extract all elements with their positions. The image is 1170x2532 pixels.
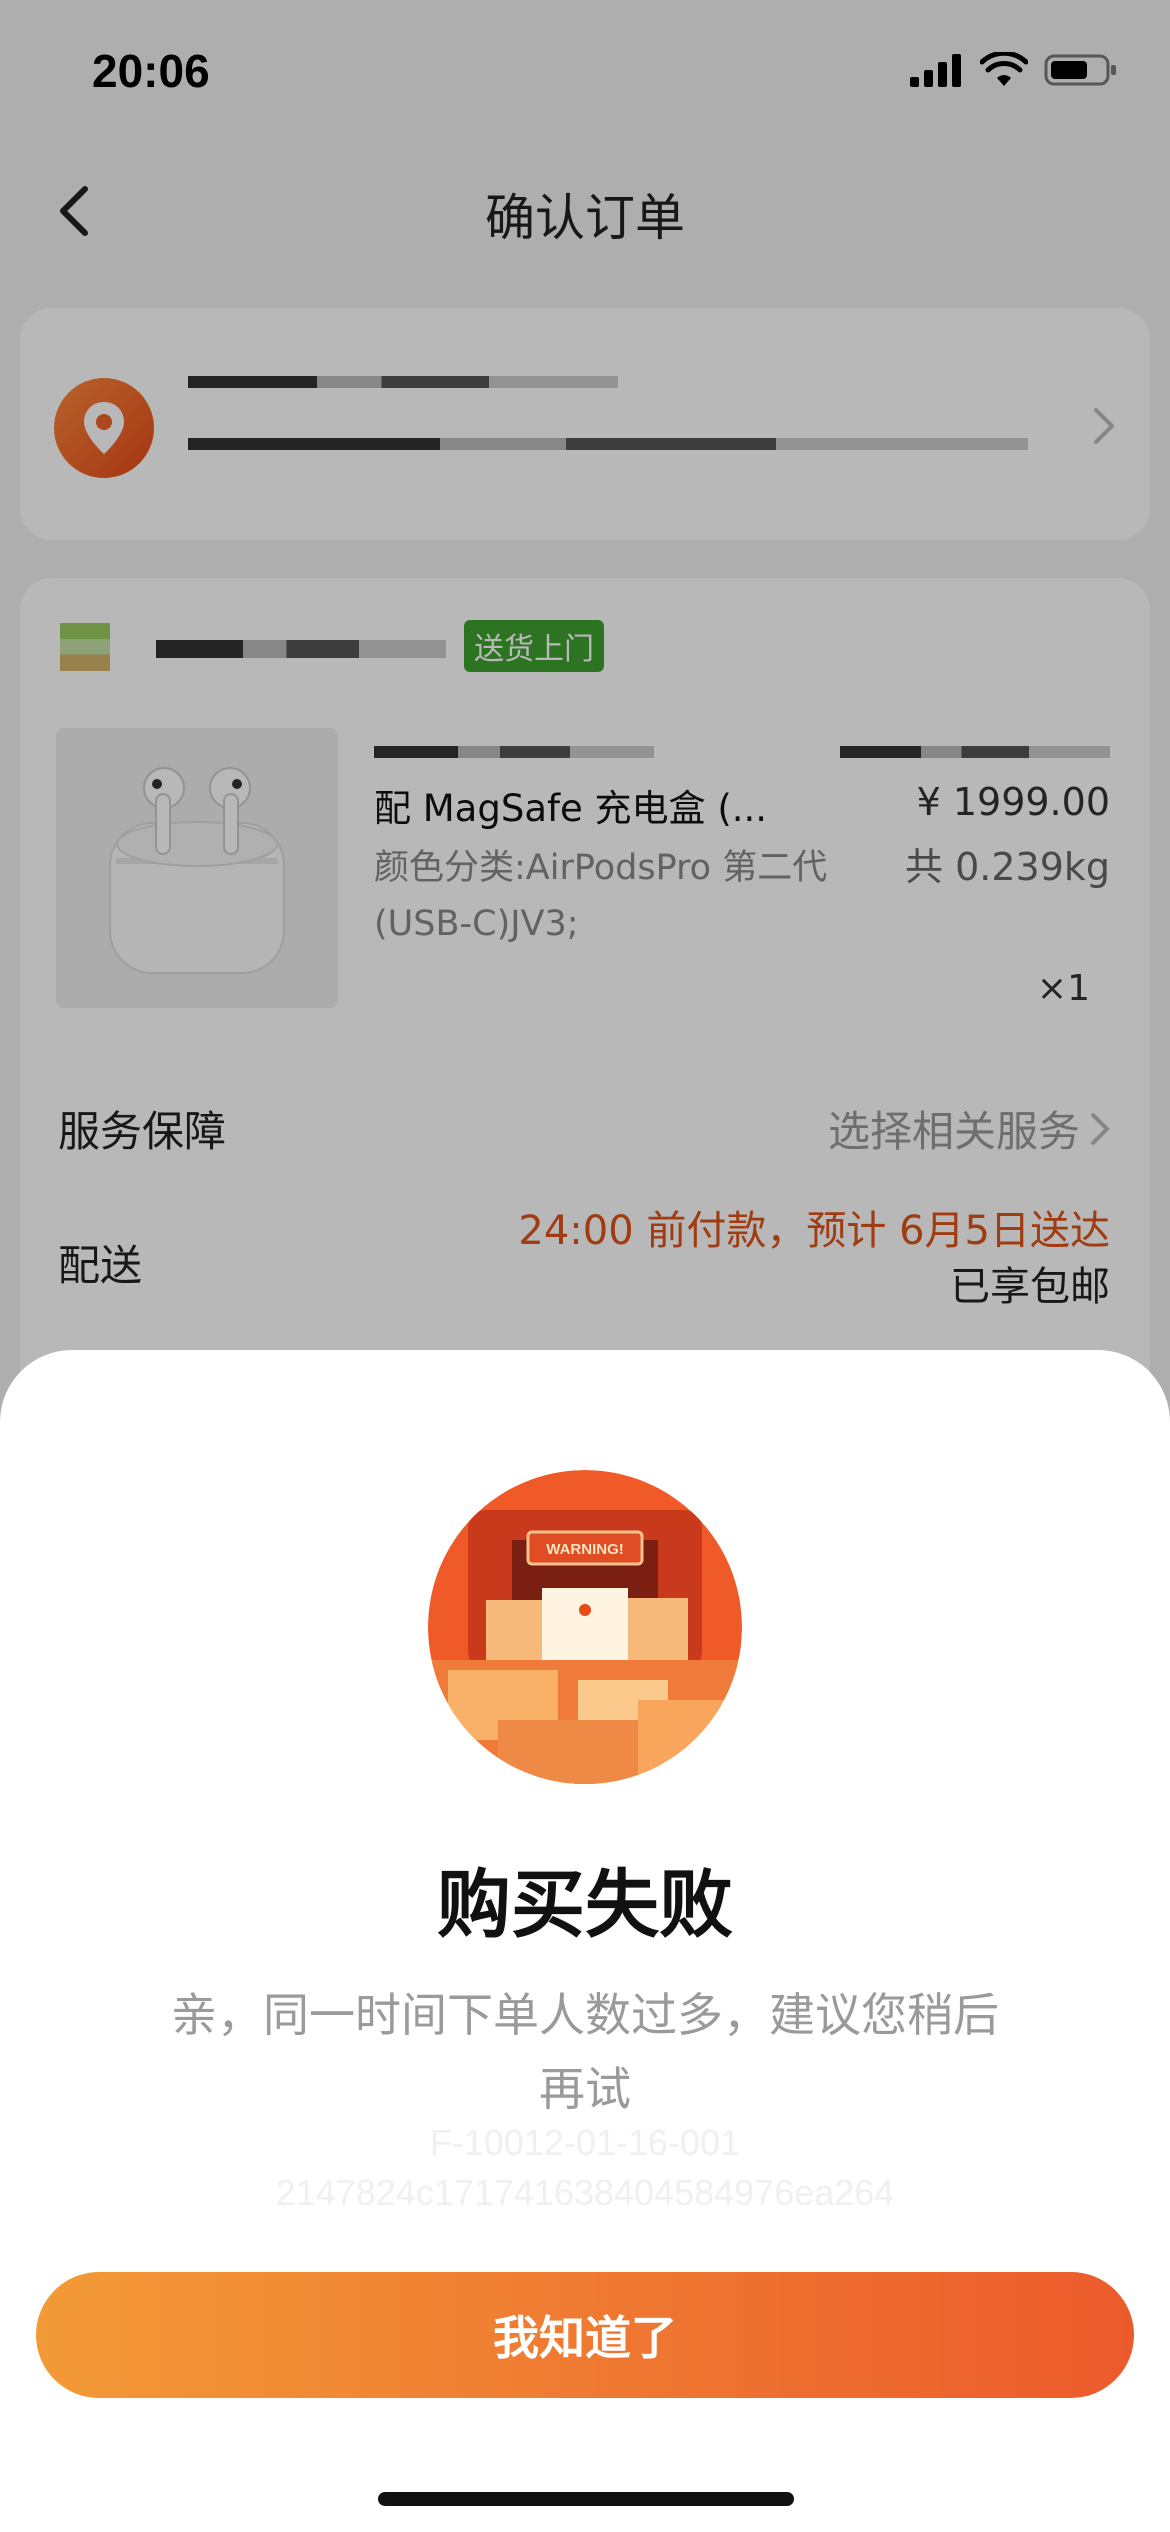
svg-text:WARNING!: WARNING! (546, 1541, 624, 1558)
warning-illustration: WARNING! (428, 1470, 742, 1784)
trace-id: 2147824c1717416384045849​76ea264 (275, 2172, 895, 2213)
acknowledge-button[interactable]: 我知道了 (36, 2272, 1134, 2398)
home-indicator[interactable] (378, 2492, 794, 2506)
dialog-message: 亲，同一时间下单人数过多，建议您稍后再试 (171, 1988, 999, 2116)
error-code: F-10012-01-16-001 (429, 2122, 741, 2163)
error-bottom-sheet: WARNING! 购买失败 亲，同一时间下单人数过多，建议您稍后再试 F-100… (0, 1350, 1170, 2532)
dialog-title: 购买失败 (437, 1862, 733, 1948)
